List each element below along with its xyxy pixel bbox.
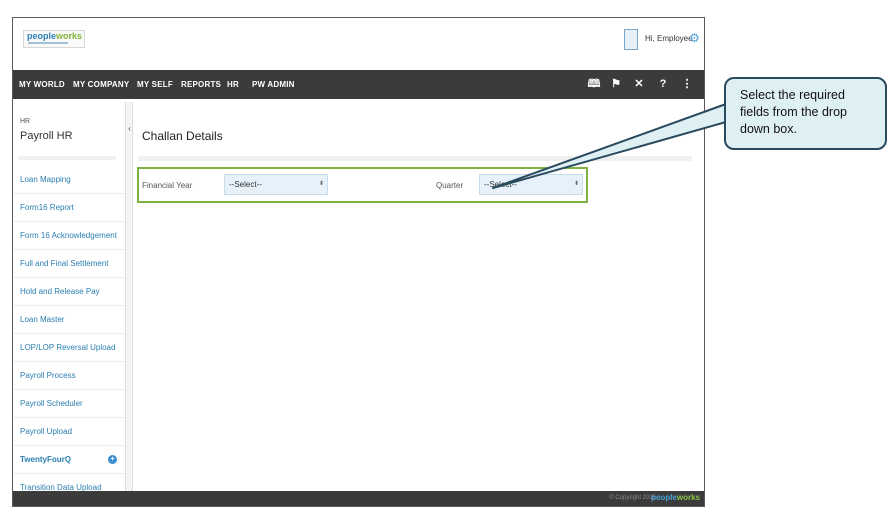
sidebar-menu: Loan Mapping Form16 Report Form 16 Ackno… xyxy=(13,166,125,502)
financial-year-value: --Select-- xyxy=(229,180,262,189)
sidebar-item-hold-release-pay[interactable]: Hold and Release Pay xyxy=(13,278,125,306)
nav-pw-admin[interactable]: PW ADMIN xyxy=(252,70,295,99)
quarter-value: --Select-- xyxy=(484,180,517,189)
sidebar-collapse-handle[interactable]: ‹ xyxy=(125,102,133,502)
sitemap-icon[interactable]: ⋮ xyxy=(677,70,697,99)
flag-icon[interactable]: ⚑ xyxy=(606,70,626,99)
callout-box: Select the required fields from the drop… xyxy=(724,77,887,150)
logo-text-people: people xyxy=(27,31,57,41)
sidebar-item-loan-mapping[interactable]: Loan Mapping xyxy=(13,166,125,194)
sidebar-item-loan-master[interactable]: Loan Master xyxy=(13,306,125,334)
nav-reports[interactable]: REPORTS xyxy=(181,70,221,99)
nav-my-world[interactable]: MY WORLD xyxy=(19,70,65,99)
sidebar: HR Payroll HR Loan Mapping Form16 Report… xyxy=(13,102,125,502)
avatar[interactable] xyxy=(624,29,638,50)
sidebar-item-lop-reversal-upload[interactable]: LOP/LOP Reversal Upload xyxy=(13,334,125,362)
sidebar-item-payroll-scheduler[interactable]: Payroll Scheduler xyxy=(13,390,125,418)
book-icon[interactable]: 🕮 xyxy=(584,70,604,99)
callout-text: Select the required fields from the drop… xyxy=(740,88,847,136)
sidebar-item-twentyfourq[interactable]: TwentyFourQ + xyxy=(13,446,125,474)
tools-icon[interactable]: ✕ xyxy=(629,70,649,99)
footer: © Copyright 2015 peopleworks xyxy=(13,491,704,506)
select-arrows-icon: ⬍ xyxy=(318,181,324,187)
sidebar-item-label: TwentyFourQ xyxy=(20,455,71,464)
footer-logo: peopleworks xyxy=(651,493,700,502)
copyright-text: © Copyright 2015 xyxy=(609,495,656,501)
financial-year-label: Financial Year xyxy=(142,181,193,190)
page-title: Challan Details xyxy=(142,129,223,143)
sidebar-divider xyxy=(18,156,116,160)
help-icon[interactable]: ? xyxy=(653,70,673,99)
user-greeting: Hi, Employee xyxy=(645,34,693,43)
sidebar-item-payroll-process[interactable]: Payroll Process xyxy=(13,362,125,390)
nav-my-self[interactable]: MY SELF xyxy=(137,70,173,99)
quarter-label: Quarter xyxy=(436,181,464,190)
main-content: Challan Details Financial Year --Select-… xyxy=(134,102,704,502)
gear-icon[interactable]: ⚙ xyxy=(689,32,700,44)
logo-tagline xyxy=(28,42,68,44)
footer-logo-people: people xyxy=(651,493,677,502)
main-nav: MY WORLD MY COMPANY MY SELF REPORTS HR P… xyxy=(13,70,704,99)
quarter-select[interactable]: --Select-- ⬍ xyxy=(479,174,583,195)
sidebar-item-payroll-upload[interactable]: Payroll Upload xyxy=(13,418,125,446)
nav-my-company[interactable]: MY COMPANY xyxy=(73,70,129,99)
nav-hr[interactable]: HR xyxy=(227,70,239,99)
sidebar-item-form16-acknowledgement[interactable]: Form 16 Acknowledgement xyxy=(13,222,125,250)
filter-form: Financial Year --Select-- ⬍ Quarter --Se… xyxy=(137,167,588,203)
financial-year-select[interactable]: --Select-- ⬍ xyxy=(224,174,328,195)
footer-logo-works: works xyxy=(676,493,700,502)
sidebar-item-form16-report[interactable]: Form16 Report xyxy=(13,194,125,222)
peopleworks-logo[interactable]: peopleworks xyxy=(23,30,85,48)
app-window: peopleworks Hi, Employee ⚙ MY WORLD MY C… xyxy=(12,17,705,507)
sidebar-title: Payroll HR xyxy=(20,130,73,142)
select-arrows-icon: ⬍ xyxy=(573,181,579,187)
nav-tools: 🕮 ⚑ ✕ ? ⋮ xyxy=(584,70,704,99)
sidebar-item-full-final-settlement[interactable]: Full and Final Settlement xyxy=(13,250,125,278)
logo-text-works: works xyxy=(56,31,83,41)
header: peopleworks Hi, Employee ⚙ xyxy=(13,18,704,69)
sidebar-section-label: HR xyxy=(20,118,31,125)
chevron-left-icon: ‹ xyxy=(128,124,131,133)
title-divider xyxy=(138,156,692,161)
plus-circle-icon[interactable]: + xyxy=(108,455,117,464)
